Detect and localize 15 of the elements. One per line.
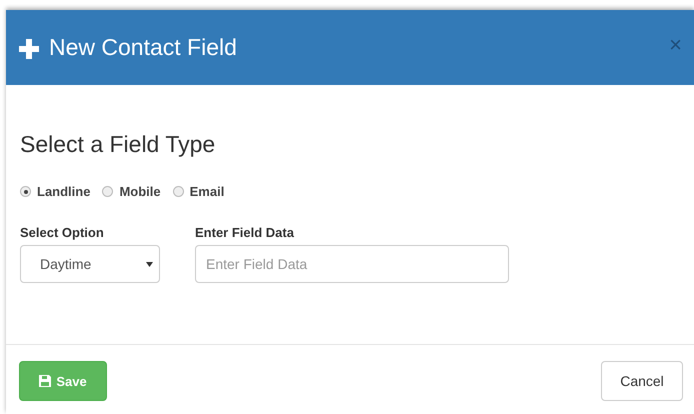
dialog-title: New Contact Field [49,34,237,61]
plus-icon [19,38,39,58]
radio-label[interactable]: Landline [37,184,90,199]
caret-icon [146,262,153,266]
cancel-button[interactable]: Cancel [601,361,683,401]
radio-label[interactable]: Mobile [119,184,161,199]
radio-button[interactable] [172,186,184,197]
field-label: Select Option [20,225,104,240]
radio-button[interactable] [102,186,114,197]
option-dropdown[interactable]: Daytime [20,245,160,283]
radio-label[interactable]: Email [190,184,224,199]
field-data-input[interactable]: Enter Field Data [195,245,509,283]
field-label: Enter Field Data [195,225,294,240]
section-heading: Select a Field Type [20,131,216,158]
radio-button[interactable] [20,186,31,197]
